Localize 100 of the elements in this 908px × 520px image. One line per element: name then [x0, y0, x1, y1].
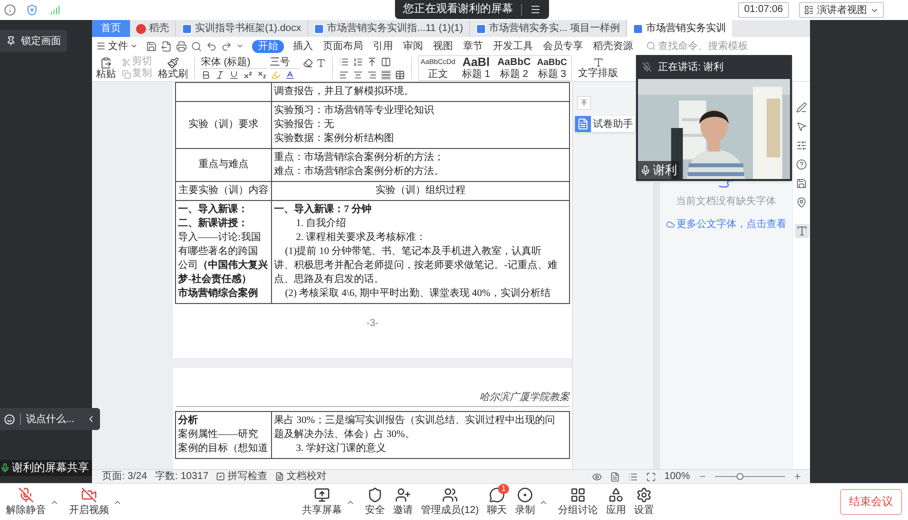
proofread-button[interactable]: 文档校对 [275, 469, 326, 484]
font-color-icon[interactable] [285, 70, 295, 80]
outline-view-icon[interactable] [628, 472, 638, 482]
style-preset[interactable]: AaBbC 标题 3 [533, 56, 571, 80]
menu-tab[interactable]: 插入 [292, 40, 314, 52]
bold-icon[interactable] [201, 70, 211, 80]
menu-tab[interactable]: 页面布局 [322, 40, 364, 52]
spell-check-button[interactable]: 拼写检查 [216, 469, 268, 484]
copy-icon [122, 70, 131, 78]
cell-text: 重点：市场营销综合案例分析的方法； [274, 152, 444, 163]
menu-tab[interactable]: 稻壳资源 [592, 40, 634, 52]
pen-icon[interactable] [796, 102, 807, 113]
more-fonts-link[interactable]: 更多公文字体，点击查看 [666, 217, 786, 232]
italic-icon[interactable] [215, 70, 225, 80]
eraser-icon[interactable] [303, 58, 313, 68]
numbered-list-icon[interactable] [353, 56, 363, 66]
brush-icon [167, 56, 179, 68]
cell-text: 3. 学好这门课的意义 [296, 443, 386, 454]
cell-text: 二、新课讲授： [178, 218, 248, 229]
style-preset[interactable]: AaBbC 标题 2 [495, 56, 533, 80]
redo-icon[interactable] [221, 40, 232, 52]
cursor-icon[interactable] [796, 121, 807, 132]
help-icon[interactable] [796, 159, 807, 170]
cell-text: 实验（训）组织过程 [376, 185, 466, 196]
toolbar-button[interactable]: 应用 [602, 487, 630, 517]
cell-text: 案例属性——研究 [178, 429, 258, 440]
chat-input[interactable]: 说点什么... [0, 408, 100, 430]
zoom-in-icon[interactable] [793, 472, 802, 481]
menu-tab[interactable]: 开发工具 [492, 40, 534, 52]
word-count: 字数: 10317 [155, 470, 208, 484]
bullet-list-icon[interactable] [339, 56, 349, 66]
printer-icon[interactable] [176, 40, 187, 52]
save-icon[interactable] [146, 40, 157, 52]
text-layout-button[interactable]: 文字排版 [578, 57, 618, 79]
paste-button[interactable]: 粘贴 [96, 56, 116, 80]
document-tab[interactable]: 稻壳 [130, 20, 176, 37]
assistant-tab[interactable]: 试卷助手 [575, 116, 635, 132]
font-size-select[interactable]: 三号 [270, 56, 300, 68]
document-icon [182, 24, 192, 34]
eye-icon[interactable] [592, 472, 602, 482]
menu-tab[interactable]: 引用 [372, 40, 394, 52]
shield-icon[interactable] [26, 4, 38, 16]
cell-text: 题及解决办法、体会）占 30%。 [274, 429, 415, 440]
fullscreen-icon[interactable] [646, 472, 656, 482]
toolbar-button[interactable]: 安全 [361, 487, 389, 517]
settings-icon [636, 487, 652, 503]
menu-tab[interactable]: 会员专享 [542, 40, 584, 52]
columns-icon[interactable] [381, 56, 391, 66]
document-tab[interactable]: 实训指导书框架(1).docx [176, 20, 308, 37]
save-icon[interactable] [796, 178, 807, 189]
file-menu[interactable]: 文件 [96, 38, 138, 54]
info-icon[interactable] [4, 4, 16, 16]
toolbar-button[interactable]: 聊天 1 [482, 487, 511, 517]
caret-icon[interactable] [130, 42, 138, 50]
menu-tab[interactable]: 章节 [462, 40, 484, 52]
underline-icon[interactable] [229, 70, 239, 80]
sliders-icon[interactable] [796, 140, 807, 151]
menu-tab[interactable]: 审阅 [402, 40, 424, 52]
toolbar-button[interactable]: 分组讨论 [554, 487, 602, 517]
checkbox[interactable] [216, 472, 226, 481]
cell-text: 实验（训）要求 [188, 119, 258, 130]
screen-share-label: 谢利的屏幕共享 [0, 460, 92, 476]
text-icon[interactable] [794, 224, 808, 238]
justify-icon[interactable] [381, 70, 391, 80]
cell-text: 讲、积极思考并配合老师提问，按老师要求做笔记。-记重点、难 [274, 260, 558, 271]
lock-screen-button[interactable]: 锁定画面 [0, 30, 67, 52]
view-menu[interactable]: 演讲者视图 [799, 2, 884, 18]
superscript-icon[interactable] [243, 70, 253, 80]
shell-logo-icon [136, 24, 146, 34]
toolbar-button[interactable]: 录制 [510, 487, 539, 517]
document-tab[interactable]: 市场营销实务实训 [627, 20, 732, 37]
align-left-icon[interactable] [339, 70, 349, 80]
end-meeting-button[interactable]: 结束会议 [840, 489, 902, 515]
cell-text: 一、导入新课：7 分钟 [274, 204, 372, 215]
caret-icon[interactable] [236, 42, 244, 50]
menu-tab[interactable]: 视图 [432, 40, 454, 52]
slider-thumb[interactable] [736, 473, 743, 480]
toolbar-button[interactable]: 开启视频 [65, 487, 113, 517]
toolbar-button[interactable]: 共享屏幕 [298, 487, 346, 517]
toolbar-button[interactable]: 设置 [630, 487, 658, 517]
document-tab[interactable]: 市场营销实务实训指...11 (1)(1) [308, 20, 470, 37]
toolbar-button[interactable]: 解除静音 [2, 487, 50, 517]
toolbar-button[interactable]: 管理成员(12) [417, 487, 483, 517]
export-icon[interactable] [161, 40, 172, 52]
undo-icon[interactable] [206, 40, 217, 52]
format-painter-button[interactable]: 格式刷 [158, 56, 188, 80]
search-icon[interactable] [646, 41, 656, 51]
subscript-icon[interactable] [257, 70, 267, 80]
location-icon[interactable] [796, 197, 807, 208]
style-preset[interactable]: AaBl 标题 1 [457, 56, 495, 80]
align-right-icon[interactable] [367, 70, 377, 80]
page-view-icon[interactable] [610, 472, 620, 482]
layout-icon[interactable] [804, 5, 814, 15]
toolbar-button[interactable]: 邀请 [389, 487, 417, 517]
zoom-slider[interactable] [715, 472, 785, 480]
menu-tab[interactable]: 开始 [252, 40, 284, 52]
font-select[interactable]: 宋体 (标题) [201, 56, 267, 68]
table-icon[interactable] [395, 70, 405, 80]
align-center-icon[interactable] [353, 70, 363, 80]
menu-icon[interactable] [530, 4, 541, 15]
